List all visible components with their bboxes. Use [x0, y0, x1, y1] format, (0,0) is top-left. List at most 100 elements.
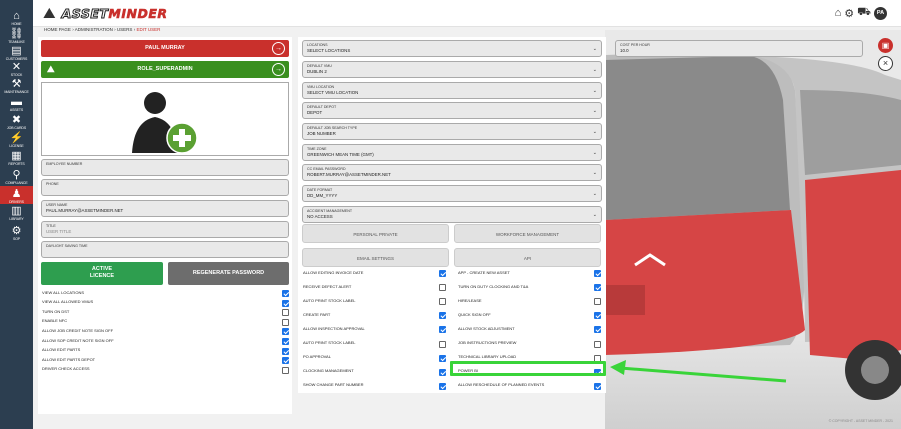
- arrow-right-icon[interactable]: →: [272, 63, 285, 76]
- logo-mark-icon: ⛰: [43, 4, 56, 22]
- permission-checkbox[interactable]: [439, 340, 446, 348]
- select-locations[interactable]: LOCATIONS SELECT LOCATIONS ⌄: [302, 40, 602, 57]
- cancel-button[interactable]: ×: [878, 56, 893, 71]
- maintenance-icon: ⚒: [11, 78, 22, 90]
- select-default-vmu[interactable]: DEFAULT VMU DUBLIN 2 ⌄: [302, 61, 602, 78]
- tab-api[interactable]: API: [454, 248, 601, 267]
- permission-label: CLOCKING MANAGEMENT: [303, 368, 354, 374]
- permission-label: ALLOW STOCK ADJUSTMENT: [458, 325, 515, 331]
- permission-label: HIRE/LEASE: [458, 297, 482, 303]
- truck-icon[interactable]: ⛟: [857, 6, 871, 20]
- save-button[interactable]: ▣: [878, 38, 893, 53]
- phone-label: PHONE: [46, 182, 59, 186]
- checkbox-label: TURN ON DST: [42, 308, 70, 314]
- select-value: JOB NUMBER: [307, 130, 336, 136]
- checkbox[interactable]: [282, 299, 289, 307]
- checkbox[interactable]: [282, 318, 289, 326]
- permission-checkbox[interactable]: [594, 298, 601, 306]
- permission-checkbox[interactable]: [439, 354, 446, 362]
- assets-icon: ▬: [11, 96, 22, 108]
- app-logo[interactable]: ⛰ ASSETMINDER: [43, 3, 168, 23]
- permission-checkbox[interactable]: [439, 326, 446, 334]
- sidebar-item-label: LIBRARY: [9, 217, 24, 221]
- permission-checkbox[interactable]: [594, 284, 601, 292]
- chevron-down-icon: ⌄: [592, 149, 597, 156]
- sidebar-item-maintenance[interactable]: ⚒ MAINTENANCE: [0, 76, 33, 94]
- permission-checkbox[interactable]: [439, 382, 446, 390]
- employee-number-field[interactable]: EMPLOYEE NUMBER: [41, 159, 289, 176]
- checkbox[interactable]: [282, 290, 289, 297]
- breadcrumb-administration[interactable]: ADMINISTRATION: [75, 27, 113, 32]
- close-icon: ×: [882, 58, 889, 68]
- checkbox[interactable]: [282, 328, 289, 336]
- permission-checkbox[interactable]: [594, 270, 601, 277]
- cost-per-hour-field[interactable]: COST PER HOUR 10.0: [615, 40, 863, 57]
- permission-checkbox[interactable]: [594, 326, 601, 334]
- copyright-text: © COPYRIGHT - ASSET MINDER - 2021: [828, 419, 893, 423]
- username-field[interactable]: USER NAME PAUL.MURRAY@ASSETMINDER.NET: [41, 200, 289, 217]
- select-vmu-location[interactable]: VMU LOCATION SELECT VMU LOCATION ⌄: [302, 82, 602, 99]
- checkbox[interactable]: [282, 357, 289, 365]
- breadcrumb-separator: ›: [133, 27, 136, 32]
- select-cc-email-password[interactable]: CC EMAIL PASSWORD ROBERT.MURRAY@ASSETMIND…: [302, 164, 602, 181]
- permission-checkbox[interactable]: [439, 298, 446, 306]
- sidebar-item-job-cards[interactable]: ✖ JOB CARDS: [0, 112, 33, 130]
- logo-mark-icon: ⛰: [47, 64, 55, 74]
- home-icon[interactable]: ⌂: [835, 7, 842, 19]
- permission-checkbox[interactable]: [439, 312, 446, 320]
- phone-field[interactable]: PHONE: [41, 179, 289, 196]
- tab-email-settings[interactable]: EMAIL SETTINGS: [302, 248, 449, 267]
- user-role-bar[interactable]: ⛰ ROLE_SUPERADMIN →: [41, 61, 289, 78]
- breadcrumb-home[interactable]: HOME PAGE: [44, 27, 71, 32]
- select-default-depot[interactable]: DEFAULT DEPOT DEPOT ⌄: [302, 102, 602, 119]
- sidebar-item-compliance[interactable]: ⚲ COMPLIANCE: [0, 167, 33, 185]
- permission-label: PO APPROVAL: [303, 354, 331, 360]
- drivers-icon: ♟: [11, 188, 22, 200]
- sidebar-item-library[interactable]: ▥ LIBRARY: [0, 203, 33, 221]
- sidebar-item-sop[interactable]: ⚙ SOP: [0, 223, 33, 241]
- checkbox[interactable]: [282, 309, 289, 317]
- avatar-upload[interactable]: [41, 82, 289, 156]
- permission-checkbox[interactable]: [439, 284, 446, 292]
- sidebar-item-stock[interactable]: ✕ STOCK: [0, 59, 33, 77]
- avatar-placeholder-icon: [132, 92, 198, 154]
- gear-icon[interactable]: ⚙: [844, 7, 854, 20]
- regenerate-password-button[interactable]: REGENERATE PASSWORD: [168, 262, 289, 285]
- select-value: NO ACCESS: [307, 213, 333, 219]
- sidebar-item-home[interactable]: ⌂ HOME: [0, 8, 33, 26]
- active-licence-button[interactable]: ACTIVE LICENCE: [41, 262, 163, 285]
- daylight-saving-time-field[interactable]: DAYLIGHT SAVING TIME: [41, 241, 289, 258]
- sidebar-item-reports[interactable]: ▦ REPORTS: [0, 148, 33, 166]
- compliance-icon: ⚲: [12, 169, 21, 181]
- sidebar-item-drivers[interactable]: ♟ DRIVERS: [0, 186, 33, 204]
- arrow-right-icon[interactable]: →: [272, 42, 285, 55]
- select-date-format[interactable]: DATE FORMAT DD_MM_YYYY ⌄: [302, 185, 602, 202]
- title-field[interactable]: TITLE USER TITLE: [41, 221, 289, 238]
- checkbox[interactable]: [282, 366, 289, 374]
- select-default-job-search-type[interactable]: DEFAULT JOB SEARCH TYPE JOB NUMBER ⌄: [302, 123, 602, 140]
- permission-checkbox[interactable]: [594, 382, 601, 390]
- breadcrumb-separator: ›: [114, 27, 116, 32]
- sidebar-item-assets[interactable]: ▬ ASSETS: [0, 94, 33, 112]
- tab-personal-private[interactable]: PERSONAL PRIVATE: [302, 224, 449, 243]
- checkbox[interactable]: [282, 347, 289, 355]
- permission-checkbox[interactable]: [594, 312, 601, 320]
- sidebar-item-teamlike[interactable]: ⛓ TEAMLIKE: [0, 26, 33, 44]
- chevron-down-icon: ⌄: [592, 87, 597, 94]
- permission-checkbox[interactable]: [439, 270, 446, 277]
- select-accident-management[interactable]: ACCIDENT MANAGEMENT NO ACCESS ⌄: [302, 206, 602, 223]
- select-time-zone[interactable]: TIME ZONE GREENWICH MEAN TIME (GMT) ⌄: [302, 144, 602, 161]
- checkbox[interactable]: [282, 338, 289, 345]
- active-label: ACTIVE: [91, 266, 113, 272]
- select-value: DUBLIN 2: [307, 68, 327, 74]
- user-avatar[interactable]: PA: [874, 6, 887, 20]
- permission-checkbox[interactable]: [439, 368, 446, 376]
- user-name-bar[interactable]: PAUL MURRAY →: [41, 40, 289, 57]
- power-bi-highlight: [450, 361, 606, 376]
- breadcrumb-users[interactable]: USERS: [117, 27, 133, 32]
- permission-checkbox[interactable]: [594, 340, 601, 348]
- tab-workforce-management[interactable]: WORKFORCE MANAGEMENT: [454, 224, 601, 243]
- sidebar-item-license[interactable]: ⚡ LICENSE: [0, 130, 33, 148]
- home-icon: ⌂: [13, 10, 20, 22]
- user-name-label: PAUL MURRAY: [145, 45, 185, 51]
